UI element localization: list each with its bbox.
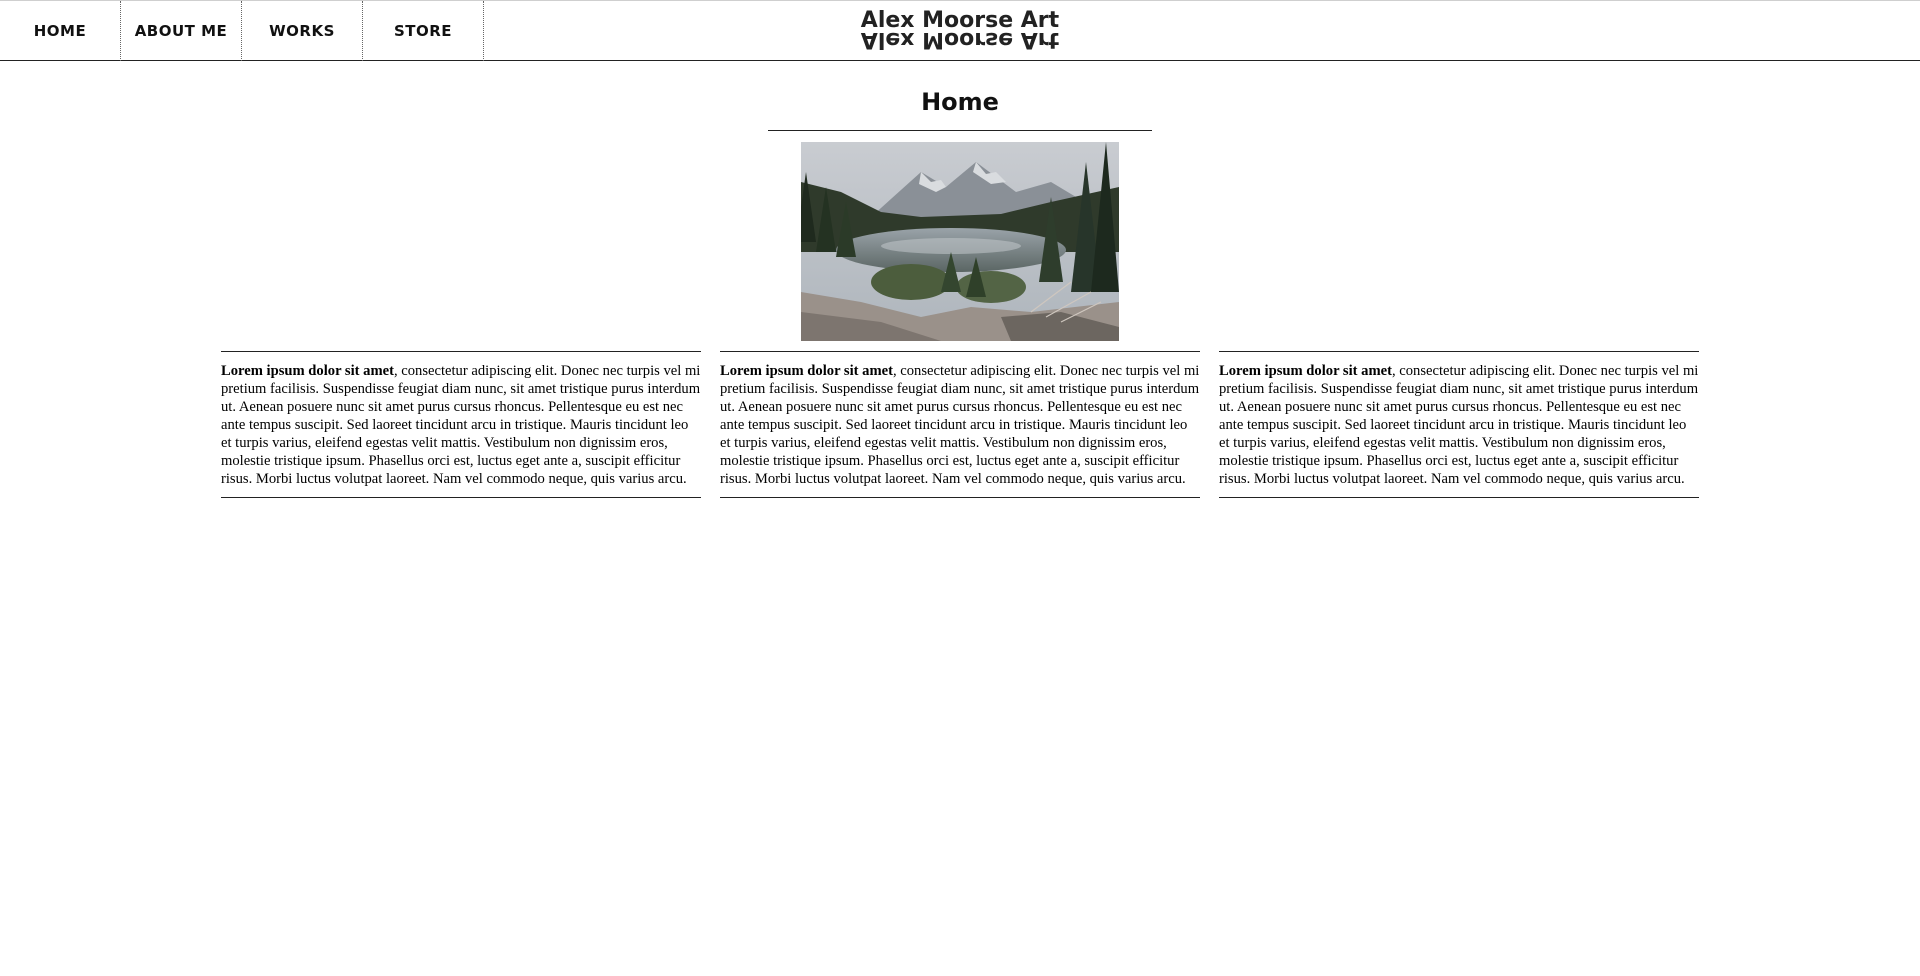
- column-lead: Lorem ipsum dolor sit amet: [221, 363, 394, 379]
- site-logo[interactable]: Alex Moorse Art Alex Moorse Art: [860, 10, 1060, 53]
- mountain-lake-photo: [801, 142, 1119, 341]
- column-lead: Lorem ipsum dolor sit amet: [720, 363, 893, 379]
- column-body: , consectetur adipiscing elit. Donec nec…: [221, 363, 701, 487]
- nav-home[interactable]: HOME: [0, 1, 121, 61]
- title-divider: [768, 130, 1152, 131]
- nav-works-label: WORKS: [269, 22, 335, 40]
- site-logo-reflection: Alex Moorse Art: [860, 27, 1060, 52]
- hero-image: [801, 142, 1119, 341]
- nav-store[interactable]: STORE: [363, 1, 484, 61]
- column-body: , consectetur adipiscing elit. Donec nec…: [720, 363, 1200, 487]
- content-columns: Lorem ipsum dolor sit amet, consectetur …: [221, 351, 1699, 498]
- content-column-3: Lorem ipsum dolor sit amet, consectetur …: [1219, 351, 1699, 498]
- nav-about-me[interactable]: ABOUT ME: [121, 1, 242, 61]
- column-body: , consectetur adipiscing elit. Donec nec…: [1219, 363, 1699, 487]
- nav-about-me-label: ABOUT ME: [134, 22, 228, 40]
- site-header: HOME ABOUT ME WORKS STORE Alex Moorse Ar…: [0, 0, 1920, 61]
- column-lead: Lorem ipsum dolor sit amet: [1219, 363, 1392, 379]
- nav-store-label: STORE: [393, 22, 453, 40]
- content-column-1: Lorem ipsum dolor sit amet, consectetur …: [221, 351, 701, 498]
- nav-works[interactable]: WORKS: [242, 1, 363, 61]
- content-column-2: Lorem ipsum dolor sit amet, consectetur …: [720, 351, 1200, 498]
- nav-home-label: HOME: [33, 22, 87, 40]
- page-title: Home: [921, 88, 999, 116]
- main-nav: HOME ABOUT ME WORKS STORE: [0, 1, 484, 61]
